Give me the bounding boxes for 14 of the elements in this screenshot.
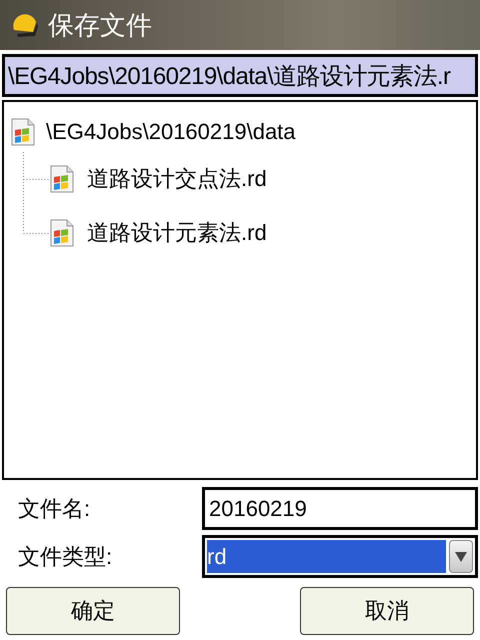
field-label: 文件名:: [17, 494, 92, 522]
file-icon: [49, 165, 75, 193]
file-icon: [49, 219, 75, 247]
tree-item[interactable]: 道路设计元素法.rd: [49, 215, 267, 251]
window-title: 保存文件: [48, 8, 152, 42]
dialog-button[interactable]: 取消: [300, 587, 474, 635]
file-type-dropdown[interactable]: rd: [202, 535, 478, 578]
tree-item[interactable]: \EG4Jobs\20160219\data: [10, 114, 470, 150]
dialog-button[interactable]: 确定: [6, 587, 180, 635]
file-icon: [10, 118, 36, 146]
tree-item[interactable]: 道路设计交点法.rd: [49, 161, 267, 197]
path-field[interactable]: \EG4Jobs\20160219\data\道路设计元素法.r: [2, 54, 478, 97]
field-label: 文件类型:: [17, 542, 114, 570]
file-name-field[interactable]: 20160219: [202, 487, 478, 530]
